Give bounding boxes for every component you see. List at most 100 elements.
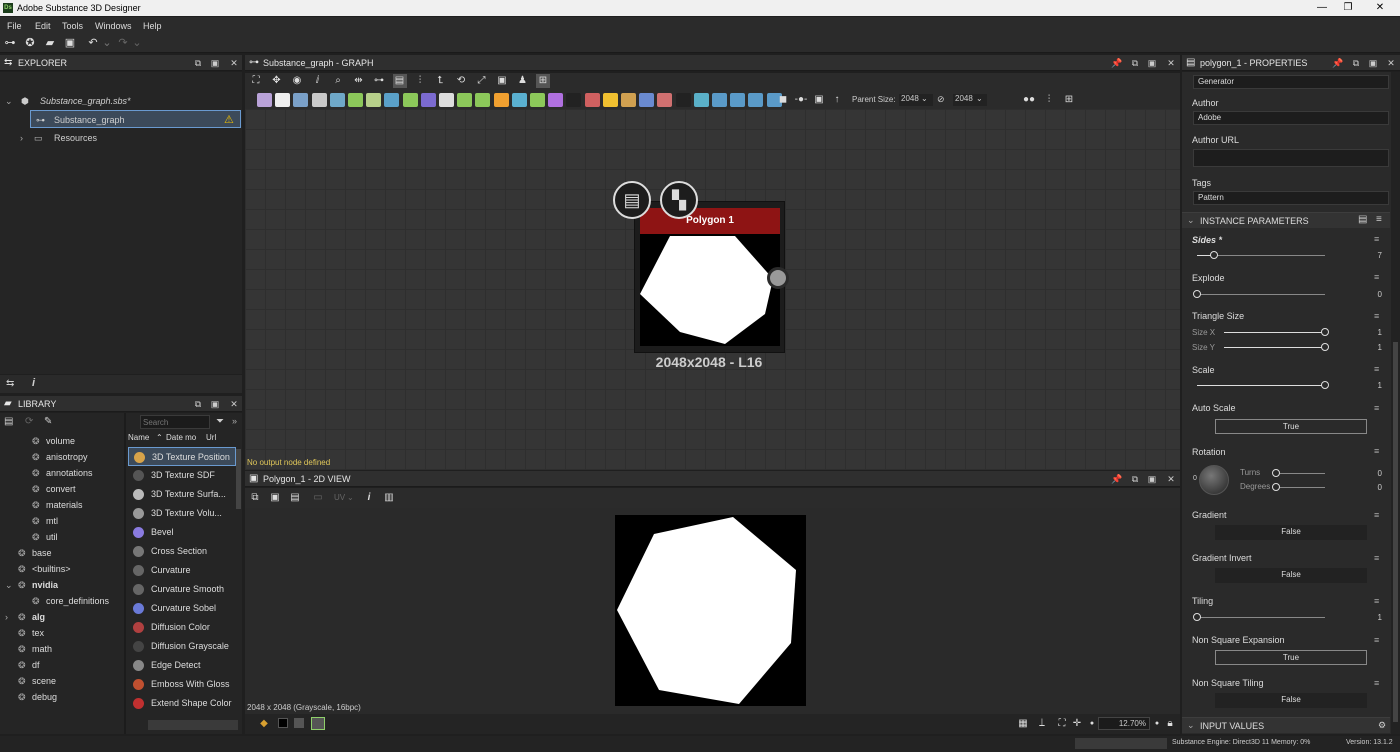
instance-params-header[interactable]: ⌄ INSTANCE PARAMETERS ▤ ≡ — [1182, 212, 1390, 228]
export-icon[interactable]: ⧉ — [248, 491, 262, 505]
atomic-node-icon[interactable] — [548, 93, 564, 107]
library-item[interactable]: Emboss With Gloss — [128, 675, 236, 694]
turns-value[interactable]: 0 — [1372, 469, 1382, 478]
library-scrollbar[interactable] — [236, 449, 241, 509]
graph-tool-icon[interactable]: ⊞ — [536, 74, 550, 88]
menu-icon[interactable]: ≡ — [1376, 214, 1382, 225]
menu-windows[interactable]: Windows — [95, 21, 132, 31]
input-values-header[interactable]: ⌄ INPUT VALUES ⚙ — [1182, 717, 1390, 733]
atomic-node-icon[interactable] — [329, 93, 345, 107]
collapse-icon[interactable]: ⌄ — [1187, 720, 1195, 731]
graph-tool-icon[interactable]: ▣ — [495, 74, 509, 88]
maximize-panel-icon[interactable]: ▣ — [209, 57, 221, 69]
tree-graph[interactable]: ⊶ Substance_graph ⚠ — [30, 110, 241, 128]
close-panel-icon[interactable]: ✕ — [1385, 57, 1397, 69]
atomic-node-icon[interactable] — [566, 93, 582, 107]
library-category[interactable]: ❂ <builtins> — [18, 561, 71, 577]
float-icon[interactable]: ⧉ — [192, 398, 204, 410]
nse-toggle[interactable]: True — [1215, 650, 1367, 665]
graph-tool-icon[interactable]: ⮤ — [434, 74, 448, 88]
param-menu-icon[interactable]: ≡ — [1374, 364, 1379, 374]
graph-tool-icon[interactable]: ▤ — [392, 74, 407, 88]
graph-view-icon[interactable]: ●● — [1022, 93, 1036, 107]
graph-view-icon[interactable]: ⊞ — [1062, 93, 1076, 107]
more-icon[interactable]: » — [232, 416, 237, 426]
tags-field[interactable]: Pattern — [1193, 191, 1389, 205]
maximize-panel-icon[interactable]: ▣ — [1146, 57, 1158, 69]
library-category[interactable]: ❂ df — [18, 657, 40, 673]
library-category[interactable]: ❂ tex — [18, 625, 44, 641]
graph-extra-icon[interactable]: ▣ — [812, 93, 826, 107]
menu-file[interactable]: File — [7, 21, 22, 31]
gear-icon[interactable]: ⚙ — [1378, 720, 1386, 731]
fit-icon[interactable]: ⛶ — [1055, 717, 1069, 731]
atomic-node-icon[interactable] — [420, 93, 436, 107]
open-folder-icon[interactable]: ▰ — [43, 36, 57, 50]
atomic-node-icon[interactable] — [511, 93, 527, 107]
float-icon[interactable]: ⧉ — [1350, 57, 1362, 69]
atomic-node-icon[interactable] — [348, 93, 363, 107]
library-item[interactable]: 3D Texture SDF — [128, 466, 236, 485]
uv-toggle[interactable]: UV — [334, 493, 345, 502]
auto-scale-toggle[interactable]: True — [1215, 419, 1367, 434]
maximize-panel-icon[interactable]: ▣ — [1367, 57, 1379, 69]
library-category[interactable]: ❂ base — [18, 545, 52, 561]
sides-value[interactable]: 7 — [1372, 251, 1382, 260]
library-item[interactable]: Curvature Smooth — [128, 580, 236, 599]
atomic-node-icon[interactable] — [730, 93, 746, 107]
maximize-panel-icon[interactable]: ▣ — [209, 398, 221, 410]
atomic-node-icon[interactable] — [366, 93, 382, 107]
param-menu-icon[interactable]: ≡ — [1374, 311, 1379, 321]
pin-icon[interactable]: 📌 — [1111, 473, 1123, 485]
atomic-node-icon[interactable] — [675, 93, 691, 107]
library-item[interactable]: Curvature Sobel — [128, 599, 236, 618]
param-menu-icon[interactable]: ≡ — [1374, 596, 1379, 606]
graph-view-icon[interactable]: ⫶ — [1042, 93, 1056, 107]
explorer-tree-icon[interactable]: ⇆ — [6, 378, 14, 389]
atomic-node-icon[interactable] — [293, 93, 309, 107]
undo-dropdown-icon[interactable]: ⌄ — [100, 36, 114, 50]
nst-toggle[interactable]: False — [1215, 693, 1367, 708]
pin-icon[interactable]: 📌 — [1332, 57, 1344, 69]
param-menu-icon[interactable]: ≡ — [1374, 446, 1379, 456]
graph-tool-icon[interactable]: ⟲ — [454, 74, 468, 88]
col-name[interactable]: Name — [128, 433, 149, 442]
tree-package[interactable]: ⌄ ⬢ Substance_graph.sbs* — [0, 92, 242, 110]
library-item[interactable]: Bevel — [128, 523, 236, 542]
graph-extra-icon[interactable]: ◼ — [776, 93, 790, 107]
atomic-node-icon[interactable] — [402, 93, 418, 107]
tiling-icon[interactable]: ⟘ — [1035, 717, 1049, 731]
atomic-node-icon[interactable] — [602, 93, 618, 107]
new-graph-icon[interactable]: ⊶ — [3, 36, 17, 50]
library-category[interactable]: ⌄ ❂ nvidia — [5, 577, 58, 593]
minimize-icon[interactable]: — — [1312, 1, 1332, 15]
degrees-slider-track[interactable] — [1277, 487, 1325, 488]
size-y-value[interactable]: 1 — [1372, 343, 1382, 352]
scale-value[interactable]: 1 — [1372, 381, 1382, 390]
graph-tool-icon[interactable]: ⌕ — [331, 74, 345, 88]
explode-slider-knob[interactable] — [1193, 290, 1201, 298]
save-icon[interactable]: ▣ — [63, 36, 77, 50]
lock-icon[interactable]: 🔒︎ — [1163, 717, 1177, 731]
library-category[interactable]: ❂ anisotropy — [32, 449, 88, 465]
maximize-panel-icon[interactable]: ▣ — [1146, 473, 1158, 485]
collapse-icon[interactable]: ⌄ — [5, 577, 13, 593]
properties-scrollbar[interactable] — [1391, 72, 1400, 734]
author-url-field[interactable] — [1193, 149, 1389, 167]
tiling-slider-knob[interactable] — [1193, 613, 1201, 621]
layers-icon[interactable]: ◆ — [257, 717, 271, 731]
library-item[interactable]: Diffusion Color — [128, 618, 236, 637]
library-item[interactable]: Curvature — [128, 561, 236, 580]
pin-icon[interactable]: 📌 — [1111, 57, 1123, 69]
size-y-slider-knob[interactable] — [1321, 343, 1329, 351]
library-item[interactable]: 3D Texture Position — [128, 447, 236, 466]
save-icon[interactable]: ▣ — [268, 491, 282, 505]
graph-extra-icon[interactable]: ↑ — [830, 93, 844, 107]
warning-icon[interactable]: ⚠ — [224, 111, 234, 129]
library-category[interactable]: ❂ core_definitions — [32, 593, 109, 609]
graph-tool-icon[interactable]: ⫶ — [413, 74, 427, 88]
atomic-node-icon[interactable] — [639, 93, 655, 107]
undo-icon[interactable]: ↶ — [86, 36, 100, 50]
turns-slider-knob[interactable] — [1272, 469, 1280, 477]
atomic-node-icon[interactable] — [657, 93, 673, 107]
